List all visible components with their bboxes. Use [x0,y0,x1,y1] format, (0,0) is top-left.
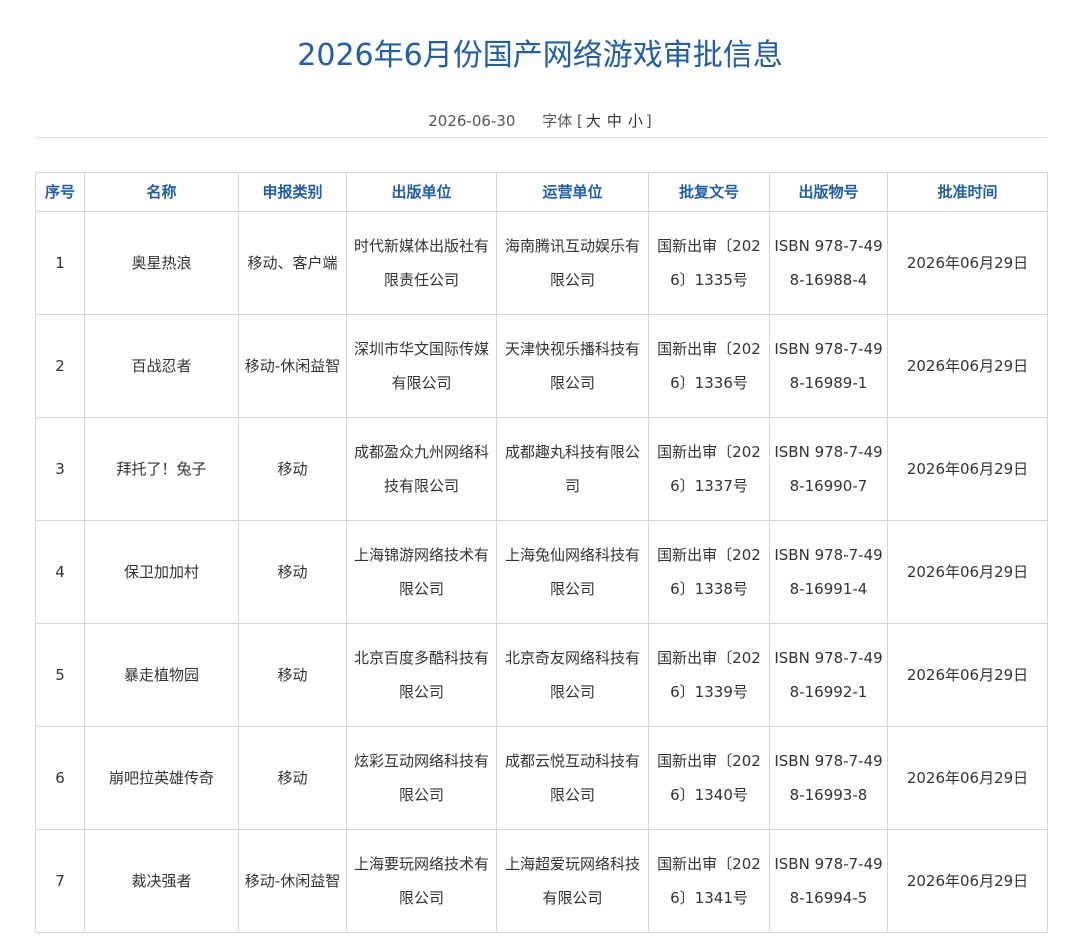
cell-publisher: 炫彩互动网络科技有限公司 [346,726,497,830]
cell-category: 移动-休闲益智 [238,829,347,933]
header-index: 序号 [35,172,85,212]
cell-index: 2 [35,314,85,418]
cell-category: 移动 [238,520,347,624]
cell-category: 移动、客户端 [238,211,347,315]
cell-game-name: 暴走植物园 [84,623,239,727]
table-row: 6 崩吧拉英雄传奇 移动 炫彩互动网络科技有限公司 成都云悦互动科技有限公司 国… [35,726,1048,830]
header-operator: 运营单位 [496,172,649,212]
table-row: 2 百战忍者 移动-休闲益智 深圳市华文国际传媒有限公司 天津快视乐播科技有限公… [35,314,1048,418]
cell-isbn: ISBN 978-7-498-16990-7 [769,417,888,521]
cell-category: 移动-休闲益智 [238,314,347,418]
cell-publisher: 成都盈众九州网络科技有限公司 [346,417,497,521]
cell-isbn: ISBN 978-7-498-16994-5 [769,829,888,933]
approval-table: 序号 名称 申报类别 出版单位 运营单位 批复文号 出版物号 批准时间 1 奥星… [35,172,1048,933]
cell-operator: 上海超爱玩网络科技有限公司 [496,829,649,933]
font-size-bracket-close: ] [645,112,652,130]
header-name: 名称 [84,172,239,212]
cell-isbn: ISBN 978-7-498-16991-4 [769,520,888,624]
cell-publisher: 上海锦游网络技术有限公司 [346,520,497,624]
cell-approval-date: 2026年06月29日 [887,417,1048,521]
cell-operator: 成都趣丸科技有限公司 [496,417,649,521]
cell-approval-date: 2026年06月29日 [887,520,1048,624]
font-size-label: 字体 [542,112,573,130]
cell-isbn: ISBN 978-7-498-16993-8 [769,726,888,830]
header-approval-date: 批准时间 [887,172,1048,212]
cell-publisher: 深圳市华文国际传媒有限公司 [346,314,497,418]
cell-publisher: 时代新媒体出版社有限责任公司 [346,211,497,315]
cell-approval-date: 2026年06月29日 [887,314,1048,418]
cell-index: 7 [35,829,85,933]
divider [35,137,1047,138]
cell-approval-number: 国新出审〔2026〕1340号 [648,726,770,830]
cell-publisher: 北京百度多酷科技有限公司 [346,623,497,727]
cell-publisher: 上海要玩网络技术有限公司 [346,829,497,933]
table-row: 1 奥星热浪 移动、客户端 时代新媒体出版社有限责任公司 海南腾讯互动娱乐有限公… [35,211,1048,315]
cell-category: 移动 [238,417,347,521]
font-size-large-link[interactable]: 大 [586,112,601,130]
cell-approval-number: 国新出审〔2026〕1336号 [648,314,770,418]
cell-index: 1 [35,211,85,315]
cell-approval-number: 国新出审〔2026〕1338号 [648,520,770,624]
table-row: 7 裁决强者 移动-休闲益智 上海要玩网络技术有限公司 上海超爱玩网络科技有限公… [35,829,1048,933]
cell-approval-date: 2026年06月29日 [887,623,1048,727]
font-size-small-link[interactable]: 小 [628,112,643,130]
cell-game-name: 裁决强者 [84,829,239,933]
cell-game-name: 保卫加加村 [84,520,239,624]
cell-approval-number: 国新出审〔2026〕1339号 [648,623,770,727]
cell-operator: 上海兔仙网络科技有限公司 [496,520,649,624]
page-title: 2026年6月份国产网络游戏审批信息 [297,38,783,73]
cell-game-name: 奥星热浪 [84,211,239,315]
cell-operator: 北京奇友网络科技有限公司 [496,623,649,727]
cell-approval-date: 2026年06月29日 [887,726,1048,830]
table-row: 3 拜托了！兔子 移动 成都盈众九州网络科技有限公司 成都趣丸科技有限公司 国新… [35,417,1048,521]
cell-operator: 天津快视乐播科技有限公司 [496,314,649,418]
cell-approval-date: 2026年06月29日 [887,211,1048,315]
header-category: 申报类别 [238,172,347,212]
cell-isbn: ISBN 978-7-498-16988-4 [769,211,888,315]
cell-index: 6 [35,726,85,830]
table-row: 5 暴走植物园 移动 北京百度多酷科技有限公司 北京奇友网络科技有限公司 国新出… [35,623,1048,727]
cell-index: 5 [35,623,85,727]
approval-table-container: 序号 名称 申报类别 出版单位 运营单位 批复文号 出版物号 批准时间 1 奥星… [35,172,1048,933]
cell-operator: 海南腾讯互动娱乐有限公司 [496,211,649,315]
cell-operator: 成都云悦互动科技有限公司 [496,726,649,830]
table-header-row: 序号 名称 申报类别 出版单位 运营单位 批复文号 出版物号 批准时间 [35,172,1048,212]
publish-date: 2026-06-30 [428,112,516,130]
cell-category: 移动 [238,623,347,727]
cell-game-name: 崩吧拉英雄传奇 [84,726,239,830]
cell-index: 3 [35,417,85,521]
article-meta: 2026-06-30 字体 [大中小] [0,108,1080,134]
cell-approval-date: 2026年06月29日 [887,829,1048,933]
cell-approval-number: 国新出审〔2026〕1337号 [648,417,770,521]
cell-category: 移动 [238,726,347,830]
font-size-bracket-open: [ [577,112,583,130]
table-row: 4 保卫加加村 移动 上海锦游网络技术有限公司 上海兔仙网络科技有限公司 国新出… [35,520,1048,624]
cell-isbn: ISBN 978-7-498-16989-1 [769,314,888,418]
header-isbn: 出版物号 [769,172,888,212]
cell-game-name: 拜托了！兔子 [84,417,239,521]
header-approval-number: 批复文号 [648,172,770,212]
font-size-medium-link[interactable]: 中 [607,112,622,130]
cell-index: 4 [35,520,85,624]
cell-approval-number: 国新出审〔2026〕1341号 [648,829,770,933]
header-publisher: 出版单位 [346,172,497,212]
cell-isbn: ISBN 978-7-498-16992-1 [769,623,888,727]
cell-approval-number: 国新出审〔2026〕1335号 [648,211,770,315]
cell-game-name: 百战忍者 [84,314,239,418]
